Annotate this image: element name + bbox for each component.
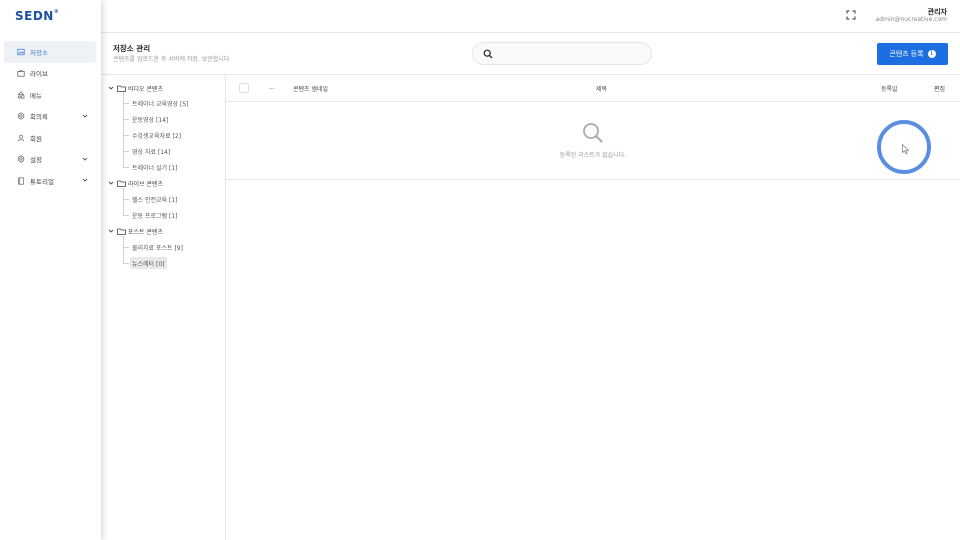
tree-item[interactable]: 운동영상 [14]	[130, 113, 170, 125]
sidebar: SEDN® 저장소 라이브 메뉴 회의록 회원 설정 튜토리얼	[0, 0, 101, 540]
register-content-button[interactable]: 콘텐츠 등록 i	[877, 43, 948, 65]
empty-state: 등록된 리스트가 없습니다.	[226, 103, 960, 180]
column-thumbnail: 콘텐츠 썸네일	[293, 86, 329, 93]
tree-item[interactable]: 트레이너 교육영상 [5]	[130, 97, 190, 109]
column-more[interactable]: ...	[269, 84, 275, 91]
sidebar-item-label: 튜토리얼	[30, 177, 54, 186]
folder-label: 비디오 콘텐츠	[128, 85, 164, 93]
sidebar-item-tutorial[interactable]: 튜토리얼	[4, 170, 96, 192]
search-box[interactable]	[472, 42, 652, 65]
tree-branch	[123, 263, 129, 264]
chevron-down-icon	[82, 157, 88, 161]
tree-item[interactable]: 영상 자료 [14]	[130, 145, 172, 157]
column-title: 제목	[596, 86, 608, 93]
empty-message: 등록된 리스트가 없습니다.	[559, 152, 627, 159]
image-icon	[16, 47, 25, 56]
sidebar-item-label: 메뉴	[30, 91, 42, 100]
chevron-down-icon	[108, 229, 114, 233]
tree-branch	[123, 215, 129, 216]
page-header: 저장소 관리 콘텐츠를 업로드한 후 서버에 저장, 보관합니다 콘텐츠 등록 …	[101, 33, 960, 75]
fullscreen-icon[interactable]	[846, 10, 856, 20]
tree-item-selected[interactable]: 뉴스레터 [0]	[130, 257, 167, 269]
sidebar-item-label: 회의록	[30, 113, 48, 122]
tree-connector	[123, 188, 124, 215]
menu-shapes-icon	[16, 90, 25, 99]
folder-label: 라이브 콘텐츠	[128, 180, 164, 188]
tree-branch	[123, 167, 129, 168]
tree-branch	[123, 135, 129, 136]
search-input[interactable]	[499, 46, 647, 62]
page-description: 콘텐츠를 업로드한 후 서버에 저장, 보관합니다	[113, 56, 230, 63]
chevron-down-icon	[108, 181, 114, 185]
register-content-label: 콘텐츠 등록	[889, 51, 924, 58]
sidebar-item-menu[interactable]: 메뉴	[4, 84, 96, 106]
sidebar-nav: 저장소 라이브 메뉴 회의록 회원 설정 튜토리얼	[4, 41, 96, 192]
tree-branch	[123, 199, 129, 200]
settings-icon	[16, 155, 25, 164]
logo[interactable]: SEDN®	[15, 9, 59, 23]
live-tv-icon	[16, 69, 25, 78]
folder-post[interactable]: 포스트 콘텐츠	[108, 225, 163, 237]
book-icon	[16, 176, 25, 185]
select-all-checkbox[interactable]	[239, 83, 249, 93]
tree-item[interactable]: 헬스 안전교육 [1]	[130, 193, 179, 205]
folder-icon	[117, 85, 126, 92]
user-icon	[16, 133, 25, 142]
sidebar-item-label: 설정	[30, 156, 42, 165]
sidebar-item-minutes[interactable]: 회의록	[4, 106, 96, 128]
search-icon	[583, 123, 603, 143]
column-edit: 편집	[934, 86, 946, 93]
folder-video[interactable]: 비디오 콘텐츠	[108, 82, 163, 94]
tree-branch	[123, 247, 129, 248]
table-header: ... 콘텐츠 썸네일 제목 등록일 편집	[226, 75, 960, 102]
sidebar-item-settings[interactable]: 설정	[4, 149, 96, 171]
info-icon: i	[927, 50, 936, 58]
folder-icon	[117, 228, 126, 235]
tree-branch	[123, 103, 129, 104]
folder-tree: 비디오 콘텐츠 트레이너 교육영상 [5] 운동영상 [14] 수강생교육자료 …	[101, 75, 226, 540]
tree-item[interactable]: 트레이너 실기 [1]	[130, 161, 179, 173]
column-date: 등록일	[881, 86, 898, 93]
folder-label: 포스트 콘텐츠	[128, 228, 164, 236]
chevron-down-icon	[82, 178, 88, 182]
sidebar-item-label: 회원	[30, 134, 42, 143]
search-icon	[483, 49, 493, 59]
app-window: SEDN® 저장소 라이브 메뉴 회의록 회원 설정 튜토리얼 관리자 admi…	[0, 0, 960, 540]
tree-branch	[123, 119, 129, 120]
tree-item[interactable]: 수강생교육자료 [2]	[130, 129, 183, 141]
tree-item[interactable]: 운동 프로그램 [1]	[130, 209, 179, 221]
page-title: 저장소 관리	[113, 44, 151, 53]
folder-live[interactable]: 라이브 콘텐츠	[108, 177, 163, 189]
sidebar-item-members[interactable]: 회원	[4, 127, 96, 149]
user-email: admin@nucreative.com	[875, 16, 947, 23]
tree-connector	[123, 236, 124, 263]
sidebar-item-storage[interactable]: 저장소	[4, 41, 96, 63]
folder-icon	[117, 180, 126, 187]
gear-hex-icon	[16, 112, 25, 121]
mouse-cursor-icon	[902, 144, 910, 155]
topbar: 관리자 admin@nucreative.com	[101, 0, 960, 33]
sidebar-item-label: 라이브	[30, 70, 48, 79]
chevron-down-icon	[82, 114, 88, 118]
tree-item[interactable]: 물리치료 포스트 [9]	[130, 241, 185, 253]
tree-branch	[123, 151, 129, 152]
sidebar-item-label: 저장소	[30, 48, 48, 57]
chevron-down-icon	[108, 86, 114, 90]
sidebar-item-live[interactable]: 라이브	[4, 63, 96, 85]
